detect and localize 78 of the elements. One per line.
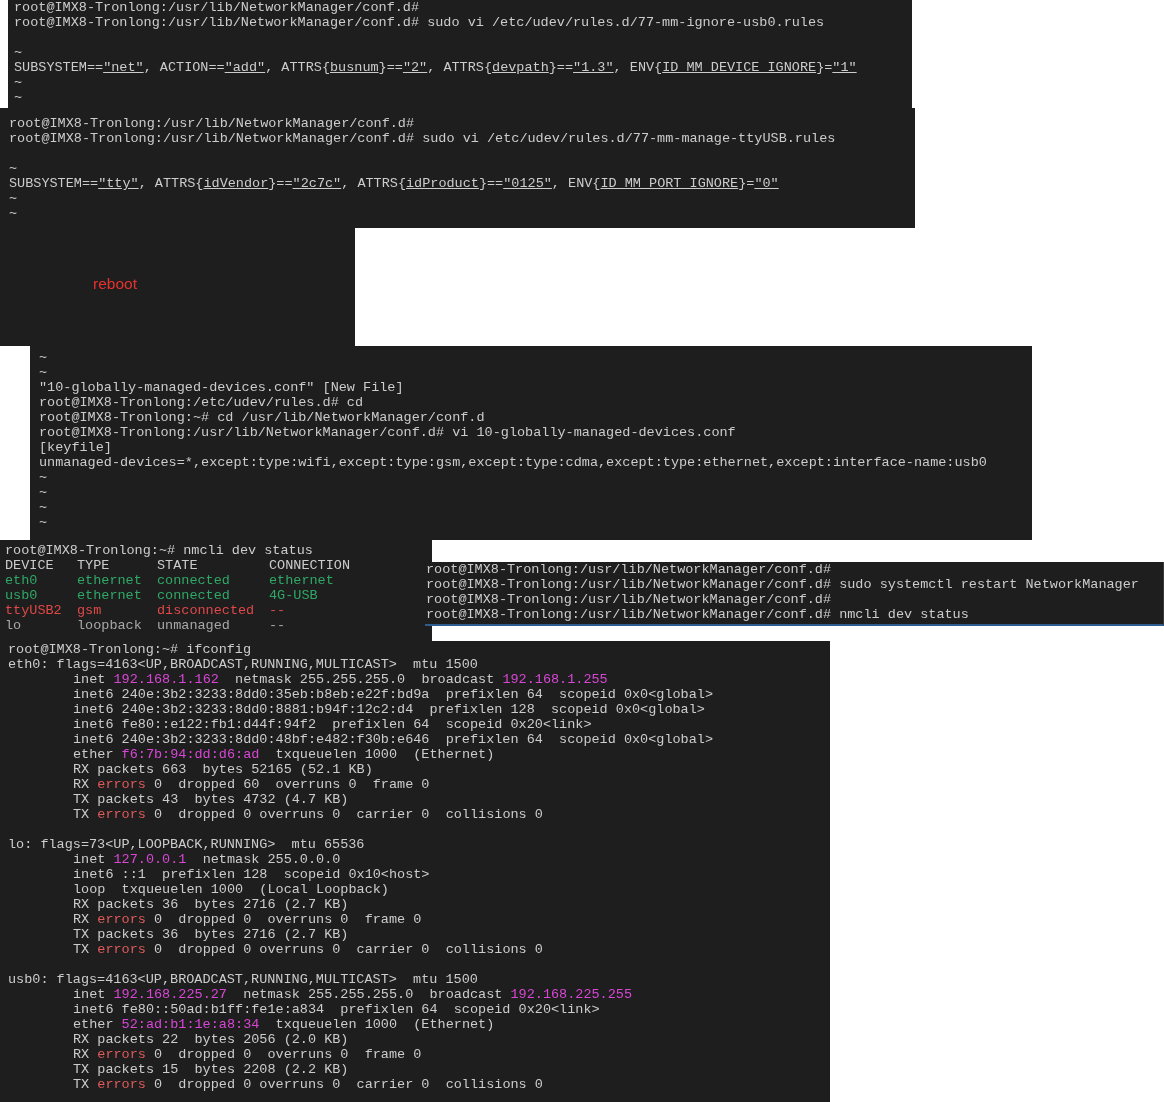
table-cell-text: unmanaged [157, 618, 231, 633]
terminal-line: ether f6:7b:94:dd:d6:ad txqueuelen 1000 (Ethernet) [72, 747, 495, 762]
column-header: TYPE [77, 558, 111, 573]
terminal-line: "10-globally-managed-devices.conf" [New File] [39, 380, 404, 395]
table-cell-text: ethernet [77, 573, 143, 588]
note-text: reboot [93, 276, 137, 291]
terminal-line: ~ [9, 161, 18, 176]
terminal-line: ~ [39, 500, 48, 515]
column-header: CONNECTION [269, 558, 350, 573]
terminal-line: inet 127.0.0.1 netmask 255.0.0.0 [72, 852, 341, 867]
table-cell-text: -- [269, 618, 287, 633]
column-header: DEVICE [5, 558, 55, 573]
terminal-line: TX packets 43 bytes 4732 (4.7 KB) [72, 792, 349, 807]
terminal-line: root@IMX8-Tronlong:/usr/lib/NetworkManager/conf.d# sudo vi /etc/udev/rules.d/77-mm-ignore-usb0.rules [14, 15, 825, 30]
terminal-line: root@IMX8-Tronlong:/usr/lib/NetworkManager/conf.d# [14, 0, 420, 15]
terminal-line: root@IMX8-Tronlong:~# cd /usr/lib/NetworkManager/conf.d [39, 410, 485, 425]
terminal-line: inet6 ::1 prefixlen 128 scopeid 0x10<host> [72, 867, 430, 882]
terminal-line: inet6 240e:3b2:3233:8dd0:48bf:e482:f30b:e646 prefixlen 64 scopeid 0x0<global> [72, 732, 713, 747]
terminal-line: ~ [14, 90, 23, 105]
terminal-line: inet 192.168.1.162 netmask 255.255.255.0 broadcast 192.168.1.255 [72, 672, 608, 687]
table-cell-text: ethernet [269, 573, 335, 588]
terminal-line: ~ [14, 75, 23, 90]
terminal-line: inet6 fe80::e122:fb1:d44f:94f2 prefixlen 64 scopeid 0x20<link> [72, 717, 592, 732]
terminal-line: unmanaged-devices=*,except:type:wifi,except:type:gsm,except:type:cdma,except:type:ethernet,except:interface-name:usb0 [39, 455, 987, 470]
terminal-line: ~ [9, 206, 18, 221]
table-cell-text: gsm [77, 603, 103, 618]
table-cell-text: connected [157, 573, 231, 588]
terminal-line: root@IMX8-Tronlong:/usr/lib/NetworkManager/conf.d# [426, 562, 832, 577]
terminal-line: root@IMX8-Tronlong:~# ifconfig [8, 642, 252, 657]
table-cell-text: loopback [77, 618, 143, 633]
terminal-line: inet6 fe80::50ad:b1ff:fe1e:a834 prefixlen 64 scopeid 0x20<link> [72, 1002, 600, 1017]
terminal-line: root@IMX8-Tronlong:/etc/udev/rules.d# cd [39, 395, 364, 410]
terminal-line: RX packets 22 bytes 2056 (2.0 KB) [72, 1032, 349, 1047]
table-cell-text: ttyUSB2 [5, 603, 63, 618]
terminal-line: TX errors 0 dropped 0 overruns 0 carrier 0 collisions 0 [72, 942, 543, 957]
terminal-line: usb0: flags=4163<UP,BROADCAST,RUNNING,MULTICAST> mtu 1500 [8, 972, 478, 987]
terminal-line: TX errors 0 dropped 0 overruns 0 carrier 0 collisions 0 [72, 807, 543, 822]
terminal-line: TX errors 0 dropped 0 overruns 0 carrier 0 collisions 0 [72, 1077, 543, 1092]
terminal-line: SUBSYSTEM=="net", ACTION=="add", ATTRS{busnum}=="2", ATTRS{devpath}=="1.3", ENV{ID_MM_DEVICE_IGNORE}="1" [14, 60, 857, 75]
terminal-line: root@IMX8-Tronlong:/usr/lib/NetworkManager/conf.d# [426, 592, 832, 607]
table-cell-text: disconnected [157, 603, 256, 618]
terminal-line: root@IMX8-Tronlong:/usr/lib/NetworkManager/conf.d# vi 10-globally-managed-devices.conf [39, 425, 736, 440]
terminal-line: ~ [39, 515, 48, 530]
terminal-line: SUBSYSTEM=="tty", ATTRS{idVendor}=="2c7c", ATTRS{idProduct}=="0125", ENV{ID_MM_PORT_IGNORE}="0" [9, 176, 779, 191]
table-cell-text: usb0 [5, 588, 39, 603]
table-cell-text: lo [5, 618, 23, 633]
terminal-line: ~ [14, 45, 23, 60]
terminal-line: RX errors 0 dropped 0 overruns 0 frame 0 [72, 1047, 422, 1062]
table-cell-text: connected [157, 588, 231, 603]
terminal-line: ~ [39, 365, 48, 380]
terminal-line: root@IMX8-Tronlong:/usr/lib/NetworkManager/conf.d# nmcli dev status [426, 607, 969, 622]
terminal-line: RX errors 0 dropped 60 overruns 0 frame 0 [72, 777, 430, 792]
terminal-line: inet 192.168.225.27 netmask 255.255.255.0 broadcast 192.168.225.255 [72, 987, 632, 1002]
terminal-line: ~ [9, 191, 18, 206]
terminal-line: root@IMX8-Tronlong:~# nmcli dev status [5, 543, 313, 558]
terminal-line: root@IMX8-Tronlong:/usr/lib/NetworkManager/conf.d# sudo vi /etc/udev/rules.d/77-mm-manage-ttyUSB.rules [9, 131, 836, 146]
terminal-line: ~ [39, 470, 48, 485]
terminal-line: TX packets 36 bytes 2716 (2.7 KB) [72, 927, 349, 942]
terminal-line: RX errors 0 dropped 0 overruns 0 frame 0 [72, 912, 422, 927]
table-cell-text: ethernet [77, 588, 143, 603]
terminal-line: loop txqueuelen 1000 (Local Loopback) [72, 882, 389, 897]
table-cell-text: -- [269, 603, 287, 618]
terminal-line: TX packets 15 bytes 2208 (2.2 KB) [72, 1062, 349, 1077]
terminal-line: ~ [39, 485, 48, 500]
table-cell-text: 4G-USB [269, 588, 319, 603]
terminal-line: RX packets 663 bytes 52165 (52.1 KB) [72, 762, 373, 777]
terminal-line: eth0: flags=4163<UP,BROADCAST,RUNNING,MULTICAST> mtu 1500 [8, 657, 478, 672]
terminal-line: root@IMX8-Tronlong:/usr/lib/NetworkManager/conf.d# [9, 116, 415, 131]
terminal-line: inet6 240e:3b2:3233:8dd0:35eb:b8eb:e22f:bd9a prefixlen 64 scopeid 0x0<global> [72, 687, 713, 702]
table-cell-text: eth0 [5, 573, 39, 588]
terminal-line: lo: flags=73<UP,LOOPBACK,RUNNING> mtu 65536 [8, 837, 365, 852]
terminal-line: [keyfile] [39, 440, 112, 455]
terminal-line: RX packets 36 bytes 2716 (2.7 KB) [72, 897, 349, 912]
terminal-line: ~ [39, 350, 48, 365]
terminal-line: ether 52:ad:b1:1e:a8:34 txqueuelen 1000 (Ethernet) [72, 1017, 495, 1032]
terminal-line: root@IMX8-Tronlong:/usr/lib/NetworkManager/conf.d# sudo systemctl restart NetworkManager [426, 577, 1139, 592]
column-header: STATE [157, 558, 199, 573]
terminal-line: inet6 240e:3b2:3233:8dd0:8881:b94f:12c2:d4 prefixlen 128 scopeid 0x0<global> [72, 702, 705, 717]
